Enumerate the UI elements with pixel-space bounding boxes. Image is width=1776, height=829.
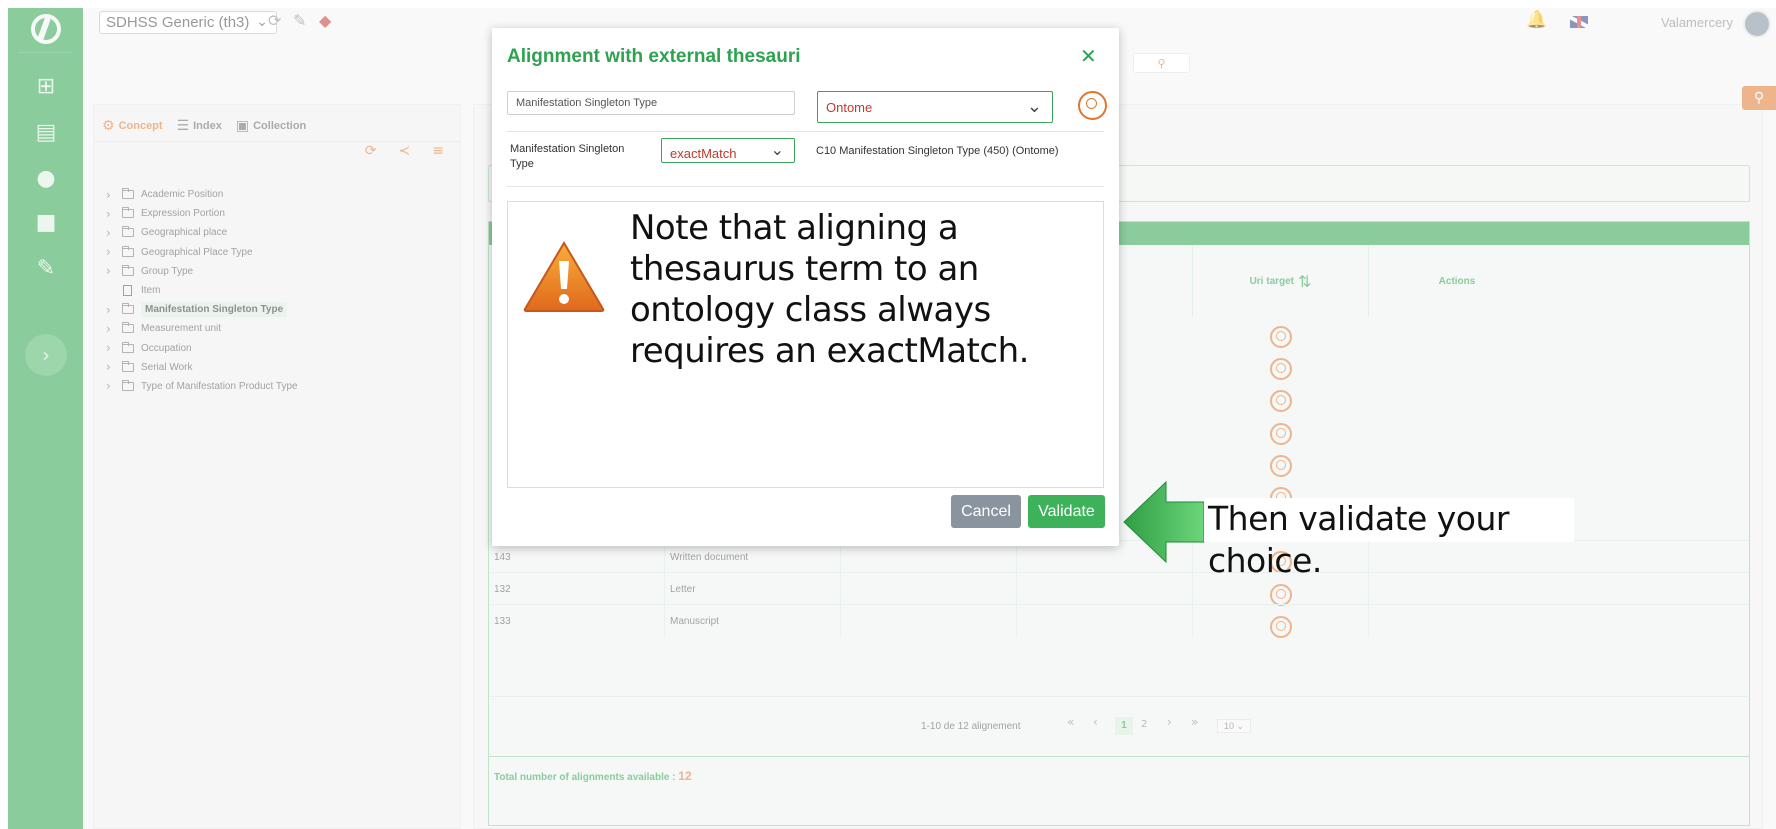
close-icon[interactable]: ✕ bbox=[1080, 44, 1097, 68]
cancel-button[interactable]: Cancel bbox=[951, 495, 1021, 528]
match-type-value: exactMatch bbox=[670, 146, 737, 161]
tutorial-tip: Then validate your choice. bbox=[1204, 498, 1574, 580]
alignment-result[interactable]: C10 Manifestation Singleton Type (450) (… bbox=[816, 145, 1059, 157]
validate-button[interactable]: Validate bbox=[1028, 495, 1105, 528]
tutorial-note: Note that aligning a thesaurus term to a… bbox=[630, 208, 1029, 371]
dialog-divider bbox=[507, 186, 1104, 187]
dialog-title: Alignment with external thesauri bbox=[507, 46, 801, 67]
concept-label: Manifestation Singleton Type bbox=[510, 143, 625, 170]
pointer-arrow-icon bbox=[1123, 480, 1205, 564]
term-search-input[interactable] bbox=[507, 91, 795, 115]
app-window: ⊞ ▤ ● ■ ✎ › SDHSS Generic (th3) ⌄ ⟳ ✎ ◆ … bbox=[8, 8, 1776, 829]
warning-icon bbox=[523, 241, 605, 312]
chevron-down-icon: ⌄ bbox=[770, 140, 784, 159]
dialog-divider bbox=[507, 131, 1104, 132]
match-type-select[interactable]: exactMatch ⌄ bbox=[661, 138, 795, 163]
search-icon[interactable] bbox=[1078, 91, 1107, 120]
source-select-value: Ontome bbox=[826, 100, 873, 115]
source-select[interactable]: Ontome ⌄ bbox=[817, 91, 1053, 123]
chevron-down-icon: ⌄ bbox=[1026, 96, 1042, 117]
